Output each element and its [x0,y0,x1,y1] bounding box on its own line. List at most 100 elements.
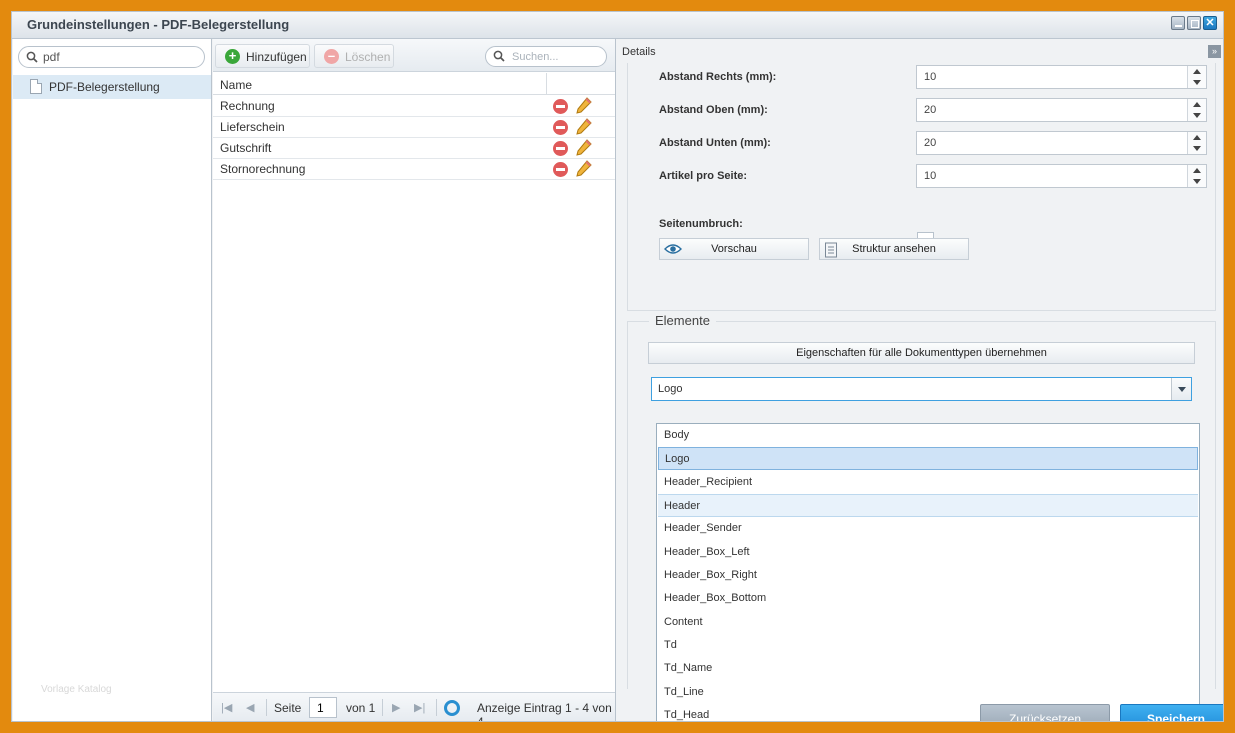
dropdown-option[interactable]: Content [658,611,1198,634]
margin-bottom-spinner[interactable]: 20 [916,131,1207,155]
view-structure-button[interactable]: Struktur ansehen [819,238,969,260]
dropdown-option[interactable]: Body [658,424,1198,447]
dropdown-option[interactable]: Td_Head [658,704,1198,721]
maximize-button[interactable] [1187,16,1201,30]
add-button[interactable]: + Hinzufügen [215,44,310,68]
title-bar: Grundeinstellungen - PDF-Belegerstellung… [12,12,1223,39]
row-name: Gutschrift [220,141,272,155]
element-select[interactable]: Logo [651,377,1192,401]
document-icon [825,242,837,258]
paging-toolbar: |◀ ◀ Seite von 1 ▶ ▶| Anzeige Eintrag 1 … [213,692,615,721]
tree-item-label: PDF-Belegerstellung [49,80,160,94]
field-label: Abstand Rechts (mm): [659,71,777,83]
preview-button[interactable]: Vorschau [659,238,809,260]
row-name: Lieferschein [220,120,285,134]
pencil-icon[interactable] [576,97,592,115]
first-page-icon[interactable]: |◀ [221,701,232,714]
dropdown-option[interactable]: Header_Sender [658,517,1198,540]
collapse-panel-icon[interactable]: » [1208,45,1221,58]
add-button-label: Hinzufügen [246,50,307,64]
minus-icon: – [324,49,339,64]
dropdown-option[interactable]: Header_Recipient [658,471,1198,494]
previous-page-icon[interactable]: ◀ [246,701,254,714]
minimize-button[interactable] [1171,16,1185,30]
table-row[interactable]: Rechnung [213,96,615,117]
tree-search-box[interactable] [18,46,205,68]
dropdown-option[interactable]: Header_Box_Right [658,564,1198,587]
dropdown-option[interactable]: Header_Box_Left [658,541,1198,564]
spinner-value: 20 [924,104,937,116]
element-dropdown-list[interactable]: Body Logo Header_Recipient Header Header… [656,423,1200,721]
dropdown-option[interactable]: Td_Name [658,657,1198,680]
spinner-arrows[interactable] [1187,132,1206,154]
table-row[interactable]: Gutschrift [213,138,615,159]
page-number-input[interactable] [309,697,337,718]
window-title: Grundeinstellungen - PDF-Belegerstellung [27,17,290,32]
settings-window: Grundeinstellungen - PDF-Belegerstellung… [11,11,1224,722]
tree-search-input[interactable] [43,49,193,65]
delete-row-icon[interactable] [553,141,568,156]
save-button[interactable]: Speichern [1120,704,1223,721]
toolbar-separator [436,699,437,716]
details-header: Details » [617,39,1223,63]
table-row[interactable]: Stornorechnung [213,159,615,180]
layout-fieldset: Abstand Rechts (mm): 10 Abstand Oben (mm… [627,63,1216,311]
dropdown-option-selected[interactable]: Logo [658,447,1198,470]
apply-to-all-button[interactable]: Eigenschaften für alle Dokumenttypen übe… [648,342,1195,364]
details-panel: Details » Abstand Rechts (mm): 10 Abstan… [617,39,1223,721]
document-type-list-panel: + Hinzufügen – Löschen Name Rechnung Lie… [213,39,616,721]
articles-per-page-spinner[interactable]: 10 [916,164,1207,188]
table-row[interactable]: Lieferschein [213,117,615,138]
delete-button[interactable]: – Löschen [314,44,394,68]
element-select-value: Logo [658,383,683,395]
pencil-icon[interactable] [576,139,592,157]
eye-icon [664,244,682,254]
spinner-value: 10 [924,71,937,83]
row-name: Stornorechnung [220,162,306,176]
delete-row-icon[interactable] [553,99,568,114]
margin-top-spinner[interactable]: 20 [916,98,1207,122]
page-label: Seite [274,701,302,715]
last-page-icon[interactable]: ▶| [414,701,425,714]
toolbar-separator [266,699,267,716]
list-search-input[interactable] [512,49,602,64]
grid-header: Name [213,73,615,95]
search-icon [493,50,505,62]
file-icon [30,79,42,94]
dropdown-option[interactable]: Header_Box_Bottom [658,587,1198,610]
view-structure-button-label: Struktur ansehen [852,243,936,255]
spinner-arrows[interactable] [1187,165,1206,187]
apply-to-all-button-label: Eigenschaften für alle Dokumenttypen übe… [796,347,1047,359]
page-count-label: von 1 [346,701,376,715]
field-label: Abstand Oben (mm): [659,104,768,116]
delete-row-icon[interactable] [553,120,568,135]
preview-button-label: Vorschau [711,243,757,255]
pencil-icon[interactable] [576,160,592,178]
reset-button[interactable]: Zurücksetzen [980,704,1110,721]
field-label: Seitenumbruch: [659,218,743,230]
spinner-value: 10 [924,170,937,182]
elements-legend: Elemente [649,313,716,328]
column-header-name[interactable]: Name [220,78,252,92]
close-button[interactable]: ✕ [1203,16,1217,30]
spinner-arrows[interactable] [1187,99,1206,121]
navigation-tree-panel: PDF-Belegerstellung Vorlage Katalog [13,39,212,721]
refresh-icon[interactable] [444,700,460,716]
window-controls: ✕ [1171,16,1217,30]
toolbar-separator [382,699,383,716]
dropdown-option-hovered[interactable]: Header [658,494,1198,517]
margin-right-spinner[interactable]: 10 [916,65,1207,89]
delete-row-icon[interactable] [553,162,568,177]
column-divider [546,73,547,95]
details-title: Details [622,46,656,58]
chevron-down-icon[interactable] [1171,378,1191,400]
dropdown-option[interactable]: Td [658,634,1198,657]
dropdown-option[interactable]: Td_Line [658,681,1198,704]
pencil-icon[interactable] [576,118,592,136]
next-page-icon[interactable]: ▶ [392,701,400,714]
list-toolbar: + Hinzufügen – Löschen [213,39,615,72]
delete-button-label: Löschen [345,50,391,64]
list-search-box[interactable] [485,46,607,67]
tree-item-pdf-belegerstellung[interactable]: PDF-Belegerstellung [13,75,211,99]
spinner-arrows[interactable] [1187,66,1206,88]
